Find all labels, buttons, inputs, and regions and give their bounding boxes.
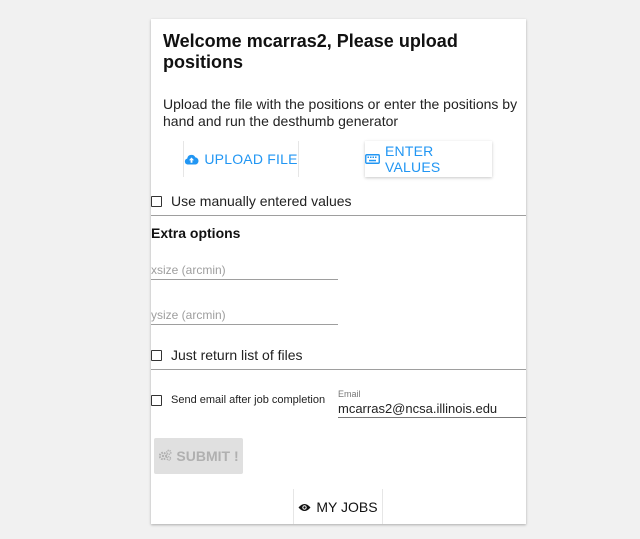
- email-label: Email: [338, 389, 361, 399]
- upload-file-button[interactable]: UPLOAD FILE: [183, 141, 299, 177]
- send-email-label: Send email after job completion: [171, 394, 326, 406]
- use-manual-values-row: Use manually entered values: [151, 193, 352, 209]
- enter-values-label: ENTER VALUES: [385, 143, 441, 175]
- submit-label: SUBMIT !: [176, 448, 239, 464]
- send-email-checkbox[interactable]: [151, 394, 162, 406]
- upload-form-card: Welcome mcarras2, Please upload position…: [151, 19, 526, 524]
- cloud-upload-icon: [184, 153, 199, 165]
- submit-button[interactable]: SUBMIT !: [154, 438, 243, 474]
- my-jobs-button[interactable]: MY JOBS: [293, 489, 383, 524]
- gears-icon: [158, 448, 172, 464]
- xsize-input[interactable]: [151, 261, 338, 279]
- use-manual-values-checkbox[interactable]: [151, 195, 162, 207]
- keyboard-icon: [365, 154, 380, 164]
- divider: [151, 369, 526, 370]
- email-field: [338, 400, 526, 418]
- divider: [151, 215, 526, 216]
- send-email-row: Send email after job completion: [151, 394, 325, 406]
- upload-file-label: UPLOAD FILE: [204, 151, 298, 167]
- xsize-field: [151, 261, 338, 280]
- ysize-input[interactable]: [151, 306, 338, 324]
- return-list-checkbox[interactable]: [151, 349, 162, 361]
- my-jobs-label: MY JOBS: [316, 498, 378, 515]
- email-input[interactable]: [338, 400, 526, 417]
- return-list-label: Just return list of files: [171, 347, 303, 363]
- instructions-text: Upload the file with the positions or en…: [163, 96, 518, 129]
- ysize-field: [151, 306, 338, 325]
- return-list-row: Just return list of files: [151, 347, 303, 363]
- page-title: Welcome mcarras2, Please upload position…: [163, 31, 458, 72]
- use-manual-values-label: Use manually entered values: [171, 193, 352, 209]
- extra-options-heading: Extra options: [151, 225, 241, 241]
- eye-icon: [298, 499, 311, 515]
- enter-values-button[interactable]: ENTER VALUES: [365, 141, 492, 177]
